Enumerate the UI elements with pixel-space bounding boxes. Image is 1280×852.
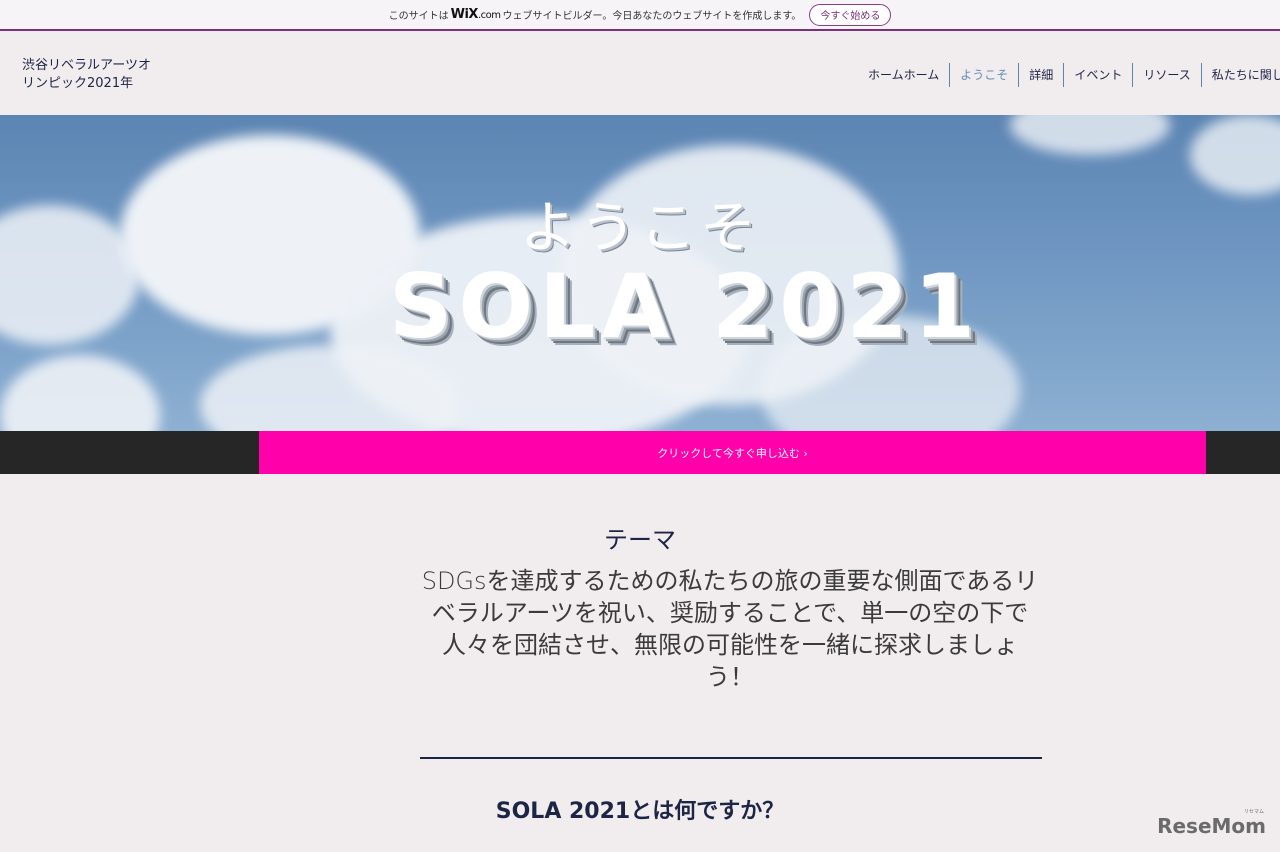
nav-item-events[interactable]: イベント: [1063, 63, 1132, 87]
site-title[interactable]: 渋谷リベラルアーツオリンピック2021年: [22, 57, 162, 93]
wix-promo-banner: このサイトは WiX.com ウェブサイトビルダー。今日あなたのウェブサイトを作…: [0, 0, 1280, 31]
nav-item-about-us[interactable]: 私たちに関して: [1200, 63, 1280, 87]
wix-logo-text: WiX: [450, 7, 479, 22]
apply-now-button[interactable]: クリックして今すぐ申し込む ›: [259, 431, 1206, 474]
cta-strip: クリックして今すぐ申し込む ›: [0, 431, 1280, 474]
watermark-text: ReseMom: [1157, 814, 1266, 838]
site-header: 渋谷リベラルアーツオリンピック2021年 ホームホーム ようこそ 詳細 イベント…: [0, 33, 1280, 115]
about-heading: SOLA 2021とは何ですか？: [495, 799, 785, 824]
wix-logo-suffix: .com: [477, 10, 501, 21]
cloud-shape: [0, 355, 160, 431]
wix-banner-suffix: ウェブサイトビルダー。今日あなたのウェブサイトを作成します。: [502, 11, 802, 22]
main-nav: ホームホーム ようこそ 詳細 イベント リソース 私たちに関して: [860, 63, 1280, 87]
hero-welcome-text: ようこそ: [520, 196, 760, 261]
nav-item-resources[interactable]: リソース: [1132, 63, 1200, 87]
hero-title: SOLA 2021: [389, 255, 981, 358]
resemom-watermark-logo: ReseMom リセマム: [1157, 809, 1266, 838]
watermark-sub: リセマム: [1243, 809, 1264, 815]
nav-item-welcome[interactable]: ようこそ: [949, 63, 1018, 87]
theme-body: SDGsを達成するための私たちの旅の重要な側面であるリベラルアーツを祝い、奨励す…: [421, 567, 1039, 691]
theme-heading: テーマ: [604, 526, 676, 554]
section-divider: [420, 757, 1042, 759]
cloud-shape: [1010, 115, 1170, 155]
wix-banner-text: このサイトは WiX.com ウェブサイトビルダー。今日あなたのウェブサイトを作…: [389, 7, 802, 22]
wix-logo[interactable]: WiX.com: [451, 7, 501, 22]
start-now-button[interactable]: 今すぐ始める: [809, 3, 892, 26]
nav-item-home[interactable]: ホームホーム: [860, 63, 949, 87]
wix-banner-prefix: このサイトは: [388, 11, 449, 22]
nav-item-details[interactable]: 詳細: [1018, 63, 1063, 87]
hero-banner: ようこそ SOLA 2021: [0, 115, 1280, 431]
